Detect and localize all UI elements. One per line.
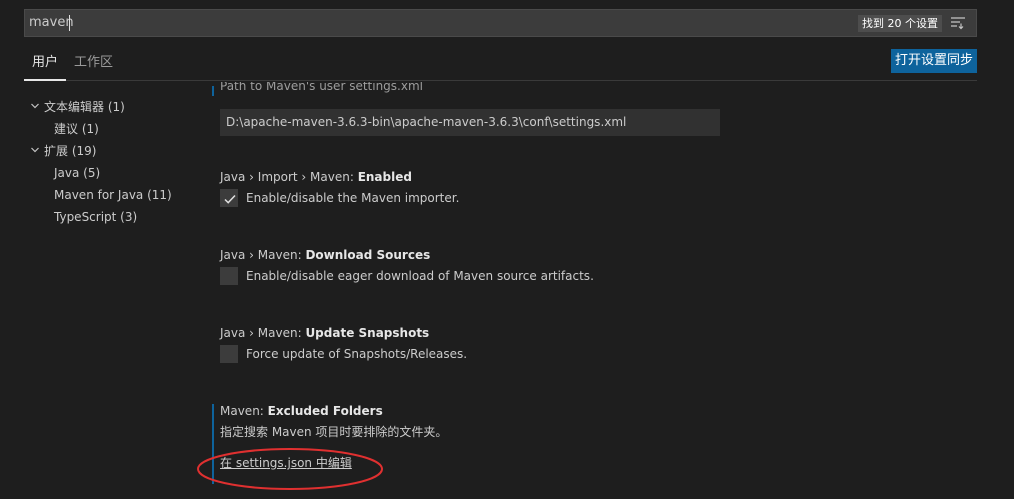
- toc-item-label: Maven for Java (11): [54, 188, 172, 202]
- setting-update-snapshots: Java › Maven: Update Snapshots Force upd…: [208, 324, 968, 363]
- setting-title: Java › Maven: Download Sources: [220, 248, 431, 262]
- update-snapshots-checkbox[interactable]: [220, 345, 238, 363]
- toc-item-label: 文本编辑器 (1): [44, 100, 125, 114]
- setting-title: Java › Maven: Update Snapshots: [220, 326, 430, 340]
- import-maven-enabled-checkbox[interactable]: [220, 189, 238, 207]
- toc-item-typescript[interactable]: TypeScript (3): [28, 206, 208, 228]
- toc-item-label: 扩展 (19): [44, 144, 97, 158]
- toc-item-label: 建议 (1): [54, 122, 99, 136]
- turn-on-settings-sync-button[interactable]: 打开设置同步: [891, 49, 977, 73]
- search-result-count: 找到 20 个设置: [858, 15, 942, 32]
- setting-title: Java › Import › Maven: Enabled: [220, 170, 412, 184]
- setting-user-settings: Path to Maven's user settings.xml D:\apa…: [208, 82, 968, 142]
- setting-description: Enable/disable the Maven importer.: [246, 191, 460, 205]
- check-icon: [224, 194, 236, 204]
- toc-item-suggest[interactable]: 建议 (1): [28, 118, 208, 140]
- toc-item-label: TypeScript (3): [54, 210, 138, 224]
- tab-user[interactable]: 用户: [24, 48, 66, 81]
- setting-download-sources: Java › Maven: Download Sources Enable/di…: [208, 246, 968, 285]
- settings-scope-tabs: 用户 工作区: [24, 48, 977, 81]
- chevron-down-icon: [30, 142, 44, 164]
- setting-title: Maven: Excluded Folders: [220, 404, 383, 418]
- toc-item-text-editor[interactable]: 文本编辑器 (1): [28, 96, 208, 118]
- settings-search-input[interactable]: [29, 10, 849, 36]
- setting-description: Path to Maven's user settings.xml: [220, 82, 423, 93]
- annotation-ellipse: [197, 448, 383, 490]
- filter-icon[interactable]: [950, 15, 966, 31]
- user-settings-path-input[interactable]: D:\apache-maven-3.6.3-bin\apache-maven-3…: [220, 109, 720, 136]
- toc-item-maven-for-java[interactable]: Maven for Java (11): [28, 184, 208, 206]
- setting-description: Force update of Snapshots/Releases.: [246, 347, 468, 361]
- tab-workspace[interactable]: 工作区: [74, 48, 113, 81]
- settings-search-box[interactable]: 找到 20 个设置: [24, 9, 977, 37]
- toc-item-label: Java (5): [54, 166, 101, 180]
- toc-item-extensions[interactable]: 扩展 (19): [28, 140, 208, 162]
- text-caret: [69, 15, 70, 31]
- chevron-down-icon: [30, 98, 44, 120]
- setting-description: Enable/disable eager download of Maven s…: [246, 269, 594, 283]
- settings-list: Path to Maven's user settings.xml D:\apa…: [208, 82, 978, 499]
- download-sources-checkbox[interactable]: [220, 267, 238, 285]
- setting-description: 指定搜索 Maven 项目时要排除的文件夹。: [220, 425, 448, 439]
- setting-focus-indicator: [212, 86, 214, 96]
- setting-import-maven-enabled: Java › Import › Maven: Enabled Enable/di…: [208, 168, 968, 207]
- toc-item-java[interactable]: Java (5): [28, 162, 208, 184]
- settings-toc: 文本编辑器 (1) 建议 (1) 扩展 (19) Java (5) Maven …: [28, 96, 208, 228]
